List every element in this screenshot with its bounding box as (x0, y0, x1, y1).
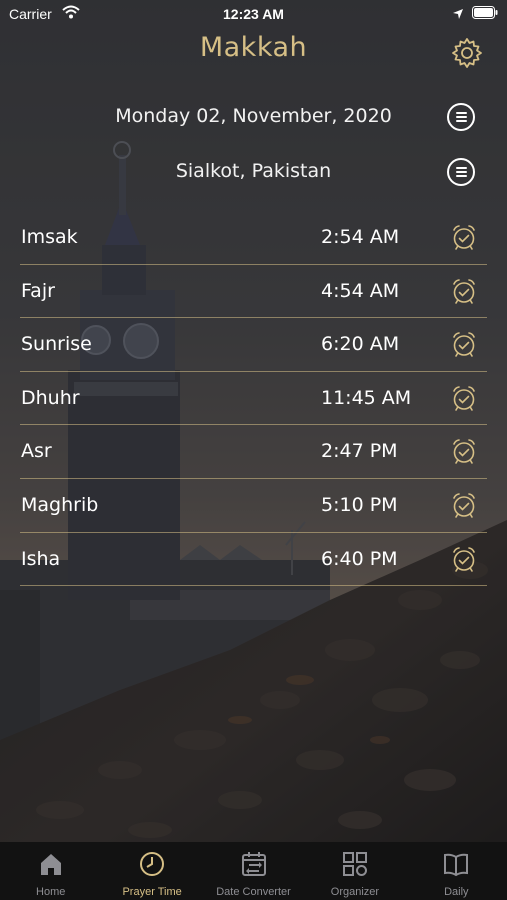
tab-label: Prayer Time (122, 886, 182, 898)
calendar-convert-icon (240, 850, 268, 882)
prayer-time: 11:45 AM (321, 386, 412, 409)
prayer-name: Fajr (21, 279, 55, 302)
tab-daily[interactable]: Daily (406, 842, 507, 900)
alarm-icon[interactable] (450, 437, 478, 465)
book-icon (442, 850, 470, 882)
battery-icon (472, 6, 498, 22)
status-time: 12:23 AM (223, 6, 284, 22)
prayer-time: 5:10 PM (321, 493, 398, 516)
tab-label: Organizer (330, 886, 380, 898)
location-arrow-icon (452, 7, 464, 23)
tab-label: Home (36, 886, 66, 898)
settings-button[interactable] (450, 36, 484, 70)
prayer-name: Asr (21, 440, 52, 463)
menu-lines-icon (456, 112, 467, 114)
status-bar: Carrier 12:23 AM (0, 0, 507, 28)
page-title: Makkah (199, 32, 308, 63)
date-label: Monday 02, November, 2020 (115, 105, 392, 127)
alarm-icon[interactable] (450, 491, 478, 519)
prayer-time: 2:47 PM (321, 440, 398, 463)
prayer-row-asr[interactable]: Asr 2:47 PM (0, 425, 507, 479)
location-label: Sialkot, Pakistan (175, 160, 332, 182)
prayer-time-screen: Carrier 12:23 AM Makkah Monday 02, Novem… (0, 0, 507, 900)
date-menu-button[interactable] (447, 103, 475, 131)
prayer-row-imsak[interactable]: Imsak 2:54 AM (0, 211, 507, 265)
grid-icon (341, 850, 369, 882)
clock-icon (138, 850, 166, 882)
prayer-time: 6:20 AM (321, 333, 400, 356)
prayer-name: Sunrise (21, 333, 92, 356)
prayer-row-dhuhr[interactable]: Dhuhr 11:45 AM (0, 372, 507, 426)
home-icon (37, 850, 65, 882)
prayer-name: Maghrib (21, 493, 99, 516)
prayer-row-fajr[interactable]: Fajr 4:54 AM (0, 265, 507, 319)
tab-label: Daily (444, 886, 469, 898)
prayer-time: 2:54 AM (321, 226, 400, 248)
menu-lines-icon (456, 167, 467, 169)
tab-prayer-time[interactable]: Prayer Time (101, 842, 202, 900)
prayer-row-isha[interactable]: Isha 6:40 PM (0, 533, 507, 587)
tab-date-converter[interactable]: Date Converter (203, 842, 304, 900)
tab-home[interactable]: Home (0, 842, 101, 900)
gear-icon (450, 38, 484, 74)
alarm-icon[interactable] (450, 330, 478, 358)
prayer-time: 6:40 PM (321, 547, 398, 570)
prayer-name: Dhuhr (21, 386, 80, 409)
alarm-icon[interactable] (450, 223, 478, 251)
prayer-time: 4:54 AM (321, 279, 400, 302)
alarm-icon[interactable] (450, 277, 478, 305)
alarm-icon[interactable] (450, 545, 478, 573)
tab-bar: Home Prayer Time Date Converter Organizer Da… (0, 842, 507, 900)
tab-label: Date Converter (216, 886, 291, 898)
prayer-name: Isha (21, 547, 61, 570)
tab-organizer[interactable]: Organizer (304, 842, 405, 900)
prayer-name: Imsak (21, 226, 78, 248)
prayer-time-list: Imsak 2:54 AM Fajr 4:54 AM Sunrise 6:20 … (0, 211, 507, 586)
location-menu-button[interactable] (447, 158, 475, 186)
prayer-row-sunrise[interactable]: Sunrise 6:20 AM (0, 318, 507, 372)
alarm-icon[interactable] (450, 384, 478, 412)
prayer-row-maghrib[interactable]: Maghrib 5:10 PM (0, 479, 507, 533)
